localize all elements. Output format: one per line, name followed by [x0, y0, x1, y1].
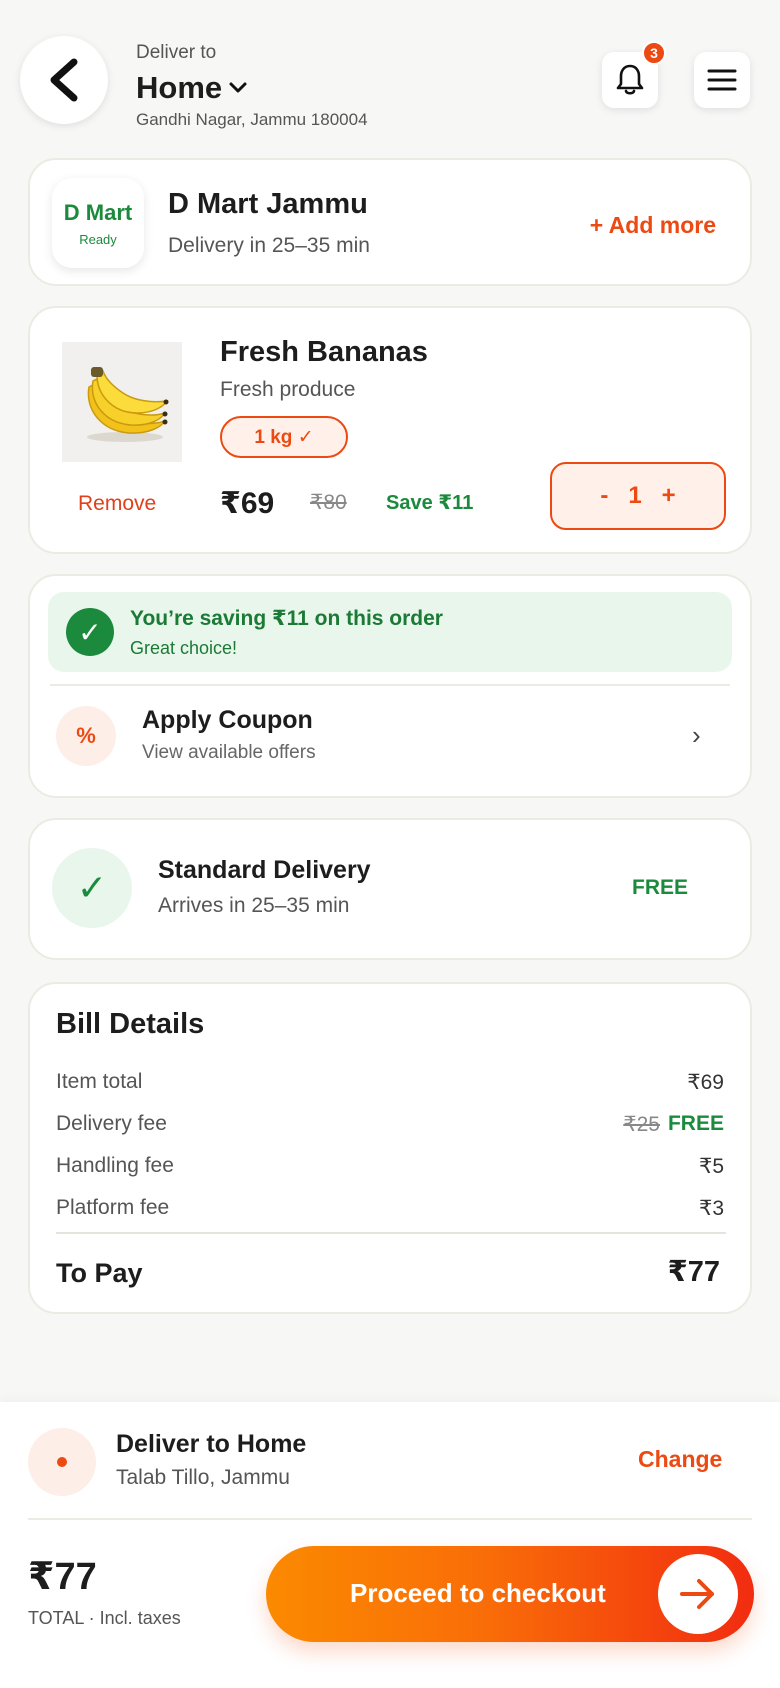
bill-row-handling-fee: Handling fee ₹5	[56, 1154, 724, 1184]
bill-row-value: ₹3	[698, 1197, 724, 1220]
item-price: ₹69	[220, 487, 275, 520]
location-dot-icon	[28, 1428, 96, 1496]
back-arrow-icon	[50, 58, 78, 102]
item-savings: Save ₹11	[386, 492, 474, 514]
proceed-to-checkout-button[interactable]: Proceed to checkout	[266, 1546, 754, 1642]
coupon-subtitle: View available offers	[142, 742, 316, 763]
delivery-subtitle: Arrives in 25–35 min	[158, 894, 350, 917]
store-status: Ready	[79, 231, 117, 247]
top-header: Deliver to Home Gandhi Nagar, Jammu 1800…	[0, 0, 780, 150]
delivery-address-subtitle: Talab Tillo, Jammu	[116, 1466, 290, 1489]
bill-row-platform-fee: Platform fee ₹3	[56, 1196, 724, 1226]
percent-icon: %	[56, 706, 116, 766]
item-name: Fresh Bananas	[220, 336, 428, 368]
item-original-price: ₹80	[310, 491, 347, 514]
change-address-button[interactable]: Change	[638, 1446, 722, 1473]
divider	[50, 684, 730, 686]
bill-row-value: ₹5	[698, 1155, 724, 1178]
bill-row-label: Handling fee	[56, 1154, 174, 1177]
store-logo-text: D Mart	[63, 199, 133, 225]
hamburger-menu-icon	[707, 69, 737, 91]
bill-row-value: FREE	[667, 1112, 724, 1135]
item-image	[62, 342, 182, 462]
bill-row-value: ₹69	[687, 1071, 724, 1094]
quantity-value: 1	[628, 482, 642, 509]
bill-details-card: Bill Details Item total ₹69 Delivery fee…	[28, 982, 752, 1314]
savings-title: You’re saving ₹11 on this order	[130, 607, 443, 630]
store-eta: Delivery in 25–35 min	[168, 234, 370, 257]
notification-badge: 3	[642, 41, 666, 65]
location-name-text: Home	[136, 70, 223, 105]
delivery-address-title: Deliver to Home	[116, 1430, 307, 1458]
remove-item-button[interactable]: Remove	[78, 492, 156, 516]
bell-icon	[616, 64, 644, 95]
bill-row-delivery-fee: Delivery fee ₹25 FREE	[56, 1112, 724, 1142]
checkout-bottom-sheet: Deliver to Home Talab Tillo, Jammu Chang…	[0, 1402, 780, 1688]
location-name[interactable]: Home	[136, 70, 368, 106]
deliver-location-selector[interactable]: Deliver to Home Gandhi Nagar, Jammu 1800…	[136, 42, 368, 130]
store-logo: D Mart Ready	[52, 178, 144, 268]
location-dot	[57, 1457, 67, 1467]
increase-quantity-button[interactable]: +	[662, 482, 676, 510]
bill-row-label: Item total	[56, 1070, 143, 1093]
quantity-stepper: - 1 +	[550, 462, 726, 530]
location-address: Gandhi Nagar, Jammu 180004	[136, 110, 368, 129]
check-icon: ✓	[66, 608, 114, 656]
to-pay-label: To Pay	[56, 1258, 143, 1288]
back-button[interactable]	[20, 36, 108, 124]
check-icon: ✓	[52, 848, 132, 928]
chevron-right-icon[interactable]: ›	[692, 720, 701, 751]
store-name: D Mart Jammu	[168, 188, 368, 220]
checkout-label: Proceed to checkout	[350, 1578, 606, 1608]
to-pay-value: ₹77	[667, 1256, 720, 1288]
bill-title: Bill Details	[56, 1008, 205, 1040]
banana-image	[87, 367, 169, 442]
deliver-to-label: Deliver to	[136, 42, 217, 63]
total-label: TOTAL · Incl. taxes	[28, 1608, 181, 1628]
delivery-fee: FREE	[632, 876, 689, 899]
bill-row-label: Delivery fee	[56, 1112, 167, 1135]
bill-row-item-total: Item total ₹69	[56, 1070, 724, 1100]
decrease-quantity-button[interactable]: -	[600, 482, 608, 510]
bill-row-old-value: ₹25	[623, 1113, 660, 1136]
arrow-right-icon	[658, 1554, 738, 1634]
delivery-option-card[interactable]: ✓ Standard Delivery Arrives in 25–35 min…	[28, 818, 752, 960]
savings-subtitle: Great choice!	[130, 638, 238, 658]
item-category: Fresh produce	[220, 378, 356, 401]
divider	[28, 1518, 752, 1520]
item-weight-selector[interactable]: 1 kg ✓	[220, 416, 348, 458]
savings-coupon-card: ✓ You’re saving ₹11 on this order Great …	[28, 574, 752, 798]
add-more-button[interactable]: + Add more	[590, 212, 716, 239]
total-amount: ₹77	[28, 1556, 97, 1598]
chevron-down-icon	[229, 82, 247, 93]
divider	[56, 1232, 726, 1234]
apply-coupon-button[interactable]: Apply Coupon	[142, 706, 313, 735]
bill-row-label: Platform fee	[56, 1196, 170, 1219]
delivery-title: Standard Delivery	[158, 856, 371, 884]
savings-banner: ✓ You’re saving ₹11 on this order Great …	[48, 592, 732, 672]
cart-item-card: Fresh Bananas Fresh produce 1 kg ✓ Remov…	[28, 306, 752, 554]
store-card: D Mart Ready D Mart Jammu Delivery in 25…	[28, 158, 752, 286]
menu-button[interactable]	[694, 52, 750, 108]
